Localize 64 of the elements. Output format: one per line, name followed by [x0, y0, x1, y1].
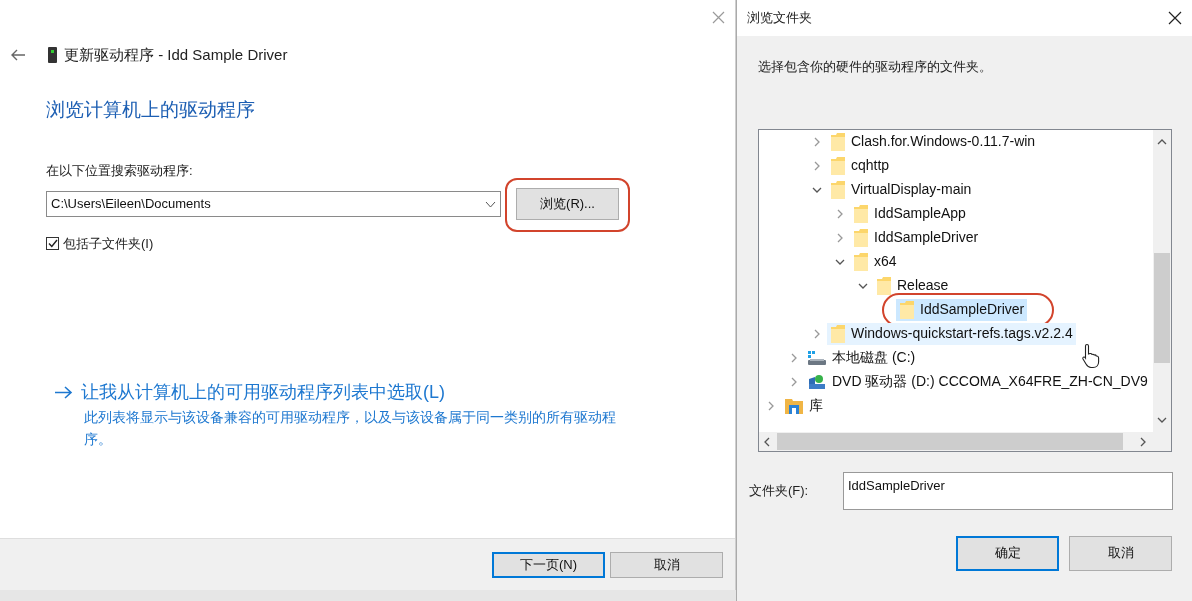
back-arrow-icon[interactable] [10, 49, 26, 61]
folder-icon [830, 179, 846, 200]
tree-item[interactable]: Release [873, 274, 952, 297]
expand-chevron-icon[interactable] [814, 136, 820, 147]
device-icon [48, 47, 57, 63]
expand-chevron-icon[interactable] [791, 376, 797, 387]
dialog-description: 选择包含你的硬件的驱动程序的文件夹。 [758, 58, 993, 76]
close-icon[interactable] [1168, 11, 1182, 25]
expand-chevron-icon[interactable] [814, 160, 820, 171]
folder-icon [853, 203, 869, 224]
folder-name-field[interactable]: IddSampleDriver [843, 471, 1173, 510]
tree-item[interactable]: IddSampleApp [850, 202, 969, 225]
expand-chevron-icon[interactable] [768, 400, 774, 411]
folder-icon [899, 299, 915, 320]
arrow-icon [55, 385, 73, 399]
pointer-cursor-icon [1081, 343, 1101, 369]
folder-icon [853, 251, 869, 272]
dialog-button[interactable]: 取消 [610, 551, 723, 578]
folder-icon [830, 155, 846, 176]
tree-item[interactable]: 库 [781, 394, 826, 417]
folder-icon [830, 323, 846, 344]
vertical-scrollbar[interactable] [1153, 129, 1171, 432]
window-title: 更新驱动程序 - Idd Sample Driver [64, 44, 288, 65]
dialog-title: 浏览文件夹 [747, 9, 812, 28]
scroll-down-icon[interactable] [1157, 416, 1167, 423]
scroll-right-icon[interactable] [1140, 436, 1146, 447]
tree-item[interactable]: VirtualDisplay-main [827, 178, 975, 201]
horizontal-scrollbar[interactable] [759, 431, 1153, 451]
tree-item[interactable]: x64 [850, 250, 900, 273]
page-heading: 浏览计算机上的驱动程序 [46, 98, 256, 122]
browse-button[interactable]: 浏览(R)... [516, 188, 619, 220]
expand-chevron-icon[interactable] [837, 208, 843, 219]
dialog-button[interactable]: 下一页(N) [492, 551, 605, 578]
search-location-label: 在以下位置搜索驱动程序: [46, 161, 194, 180]
tree-item[interactable]: cqhttp [827, 154, 893, 177]
expand-chevron-icon[interactable] [837, 232, 843, 243]
collapse-chevron-icon[interactable] [858, 282, 868, 289]
expand-chevron-icon[interactable] [791, 352, 797, 363]
checkbox[interactable] [46, 237, 59, 251]
tree-item[interactable]: Windows-quickstart-refs.tags.v2.2.4 [827, 322, 1076, 345]
folder-tree[interactable]: Clash.for.Windows-0.11.7-win cqhttp VirtualDisplay-main IddSampleApp IddSampleDriver x64 Release IddSampleDriver Windows-quickstart-refs.tags.v2.2.4 本地磁盘 (C:) DVD 驱动器 (D:) CCCOMA_X64FRE_ZH-CN_DV9 库 [758, 128, 1172, 452]
tree-item[interactable]: IddSampleDriver [850, 226, 982, 249]
folder-label: 文件夹(F): [749, 481, 810, 500]
tree-item[interactable]: DVD 驱动器 (D:) CCCOMA_X64FRE_ZH-CN_DV9 [804, 370, 1151, 393]
collapse-chevron-icon[interactable] [835, 258, 845, 265]
collapse-chevron-icon[interactable] [812, 186, 822, 193]
dialog-button[interactable]: 确定 [956, 535, 1059, 571]
link-description: 此列表将显示与该设备兼容的可用驱动程序，以及与该设备属于同一类别的所有驱动程序。 [84, 407, 617, 449]
drive-icon [807, 349, 827, 366]
tree-item[interactable]: IddSampleDriver [896, 298, 1028, 321]
path-combobox[interactable]: C:\Users\Eileen\Documents [46, 191, 501, 217]
folder-icon [876, 275, 892, 296]
library-icon [784, 396, 804, 415]
scroll-up-icon[interactable] [1157, 138, 1167, 145]
expand-chevron-icon[interactable] [814, 328, 820, 339]
pick-from-list-link[interactable]: 让我从计算机上的可用驱动程序列表中选取(L) [81, 378, 445, 406]
scroll-left-icon[interactable] [764, 436, 770, 447]
dialog-button[interactable]: 取消 [1069, 535, 1172, 571]
folder-icon [830, 131, 846, 152]
tree-item[interactable]: Clash.for.Windows-0.11.7-win [827, 130, 1039, 153]
checkbox-label[interactable]: 包括子文件夹(I) [63, 234, 154, 254]
tree-item[interactable]: 本地磁盘 (C:) [804, 346, 919, 369]
dvd-drive-icon [807, 373, 827, 390]
folder-icon [853, 227, 869, 248]
